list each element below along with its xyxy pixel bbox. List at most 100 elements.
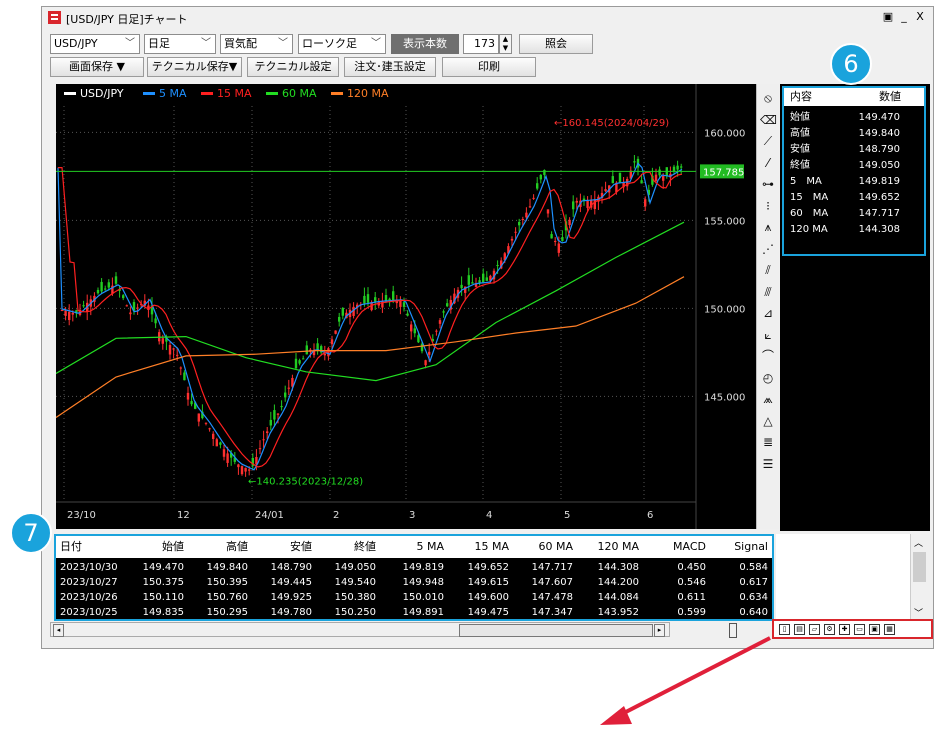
candle-body bbox=[644, 199, 647, 207]
price-chart[interactable]: 160.000 155.000 150.000 145.000 23/10 12 24/01… bbox=[55, 84, 756, 529]
chart-type-select[interactable]: ローソク足 ﹀ bbox=[298, 34, 386, 54]
legend-swatch bbox=[331, 92, 343, 95]
candle-body bbox=[273, 410, 276, 420]
row-value: 149.050 bbox=[858, 160, 900, 171]
save-screen-button[interactable]: 画面保存 ▼ bbox=[50, 57, 144, 77]
candle-body bbox=[136, 307, 139, 309]
scroll-left-icon[interactable]: ◂ bbox=[53, 624, 64, 637]
save-technical-button[interactable]: テクニカル保存▼ bbox=[147, 57, 242, 77]
table-cell: 2023/10/26 bbox=[60, 592, 118, 603]
table-cell: 0.546 bbox=[677, 577, 706, 588]
data-window: 内容 数値 始値 149.470 高値 149.840 安値 148.790 終値 149.0… bbox=[782, 86, 926, 256]
table-cell: 149.050 bbox=[334, 562, 376, 573]
scroll-thumb[interactable] bbox=[913, 552, 926, 582]
table-header-cell[interactable]: 始値 bbox=[162, 536, 184, 558]
wedge-icon[interactable]: ⩕ bbox=[760, 391, 776, 407]
regression-icon[interactable]: ⊿ bbox=[760, 305, 776, 321]
row-label: 15 MA bbox=[790, 192, 829, 203]
side-select[interactable]: 買気配 ﹀ bbox=[220, 34, 293, 54]
table-row[interactable]: 2023/10/26 150.110 150.760 149.925 150.380 15… bbox=[56, 590, 772, 605]
restore-icon[interactable]: ▣ bbox=[881, 10, 895, 24]
table-header-cell[interactable]: 120 MA bbox=[597, 536, 639, 558]
count-stepper[interactable]: ▲ ▼ bbox=[499, 34, 512, 54]
close-icon[interactable]: X bbox=[913, 10, 927, 24]
table-cell: 147.347 bbox=[531, 607, 573, 618]
horizontal-line-icon[interactable]: ⊶ bbox=[760, 176, 776, 192]
bars-icon[interactable]: ☰ bbox=[760, 456, 776, 472]
candle-body bbox=[172, 348, 175, 350]
candle-body bbox=[536, 183, 539, 189]
candle-body bbox=[363, 295, 366, 304]
table-row[interactable]: 2023/10/30 149.470 149.840 148.790 149.050 14… bbox=[56, 560, 772, 575]
table-header-cell[interactable]: 5 MA bbox=[416, 536, 444, 558]
image-icon[interactable]: ▱ bbox=[809, 623, 820, 635]
table-cell: 150.760 bbox=[206, 592, 248, 603]
copy-chart-icon[interactable]: ▤ bbox=[794, 623, 805, 635]
candle-body bbox=[658, 169, 661, 176]
no-entry-icon[interactable]: ⦸ bbox=[760, 90, 776, 106]
x-tick-label: 5 bbox=[564, 510, 570, 521]
minimize-icon[interactable]: _ bbox=[897, 10, 911, 24]
eraser-icon[interactable]: ⌫ bbox=[760, 112, 777, 128]
symbol-select[interactable]: USD/JPY ﹀ bbox=[50, 34, 140, 54]
gann-icon[interactable]: ⋰ bbox=[760, 241, 776, 257]
candle-body bbox=[323, 353, 326, 356]
export-icon[interactable]: ▦ bbox=[884, 623, 895, 635]
technical-settings-button[interactable]: テクニカル設定 bbox=[247, 57, 339, 77]
table-header-cell[interactable]: MACD bbox=[673, 536, 706, 558]
fibonacci-icon[interactable]: ⩚ bbox=[760, 219, 776, 235]
chevron-down-icon: ﹀ bbox=[125, 38, 135, 49]
channel-icon[interactable]: ⫽ bbox=[760, 262, 776, 278]
cycle-icon[interactable]: ◴ bbox=[760, 370, 776, 386]
crosshair-icon[interactable]: ✚ bbox=[839, 623, 850, 635]
vertical-line-icon[interactable]: ⁝ bbox=[760, 198, 776, 214]
candle-body bbox=[179, 367, 182, 369]
trendline-icon[interactable]: ⟋ bbox=[760, 133, 776, 149]
candle-body bbox=[298, 360, 301, 364]
table-row[interactable]: 2023/10/27 150.375 150.395 149.445 149.540 14… bbox=[56, 575, 772, 590]
order-settings-button[interactable]: 注文･建玉設定 bbox=[344, 57, 436, 77]
triangle-icon[interactable]: △ bbox=[760, 413, 776, 429]
scroll-down-icon[interactable]: ﹀ bbox=[914, 606, 923, 619]
levels-icon[interactable]: ≣ bbox=[760, 434, 776, 450]
candle-body bbox=[374, 297, 377, 302]
row-value: 149.652 bbox=[858, 192, 900, 203]
candle-body bbox=[514, 231, 517, 233]
candle-body bbox=[428, 351, 431, 355]
zoom-out-icon[interactable]: ▭ bbox=[854, 623, 865, 635]
table-scrollbar[interactable]: ︿ ﹀ bbox=[910, 534, 929, 621]
scroll-up-icon[interactable]: ︿ bbox=[914, 536, 923, 549]
candle-body bbox=[204, 422, 208, 424]
table-header-cell[interactable]: Signal bbox=[734, 536, 768, 558]
table-cell: 149.445 bbox=[270, 577, 312, 588]
parallel-icon[interactable]: ⫻ bbox=[760, 284, 776, 300]
candle-body bbox=[341, 307, 344, 316]
row-value: 149.470 bbox=[858, 112, 900, 123]
chart-canvas[interactable]: 160.000 155.000 150.000 145.000 23/10 12 24/01… bbox=[55, 84, 756, 529]
count-input[interactable]: 173 bbox=[463, 34, 499, 54]
line-icon[interactable]: ⁄ bbox=[760, 155, 776, 171]
candle-body bbox=[161, 338, 164, 344]
table-header-cell[interactable]: 15 MA bbox=[474, 536, 509, 558]
table-header-cell[interactable]: 日付 bbox=[60, 536, 82, 558]
settings-icon[interactable]: ⚙ bbox=[824, 623, 835, 635]
candle-body bbox=[604, 189, 607, 192]
period-select[interactable]: 日足 ﹀ bbox=[144, 34, 216, 54]
zoom-in-icon[interactable]: ▣ bbox=[869, 623, 880, 635]
candle-body bbox=[572, 201, 575, 210]
chevron-down-icon: ﹀ bbox=[278, 38, 288, 49]
candle-body bbox=[125, 305, 128, 307]
table-row[interactable]: 2023/10/25 149.835 150.295 149.780 150.250 14… bbox=[56, 605, 772, 620]
arc-icon[interactable]: ⌒ bbox=[760, 348, 776, 364]
table-header-cell[interactable]: 高値 bbox=[226, 536, 248, 558]
query-button[interactable]: 照会 bbox=[519, 34, 593, 54]
print-button[interactable]: 印刷 bbox=[442, 57, 536, 77]
table-header-cell[interactable]: 終値 bbox=[354, 536, 376, 558]
callout-badge-7: 7 bbox=[10, 512, 52, 554]
chart-hscrollbar[interactable]: ◂ ▸ bbox=[50, 622, 670, 637]
candle-body bbox=[543, 169, 546, 175]
fan-icon[interactable]: ⟀ bbox=[760, 327, 776, 343]
table-header-cell[interactable]: 60 MA bbox=[538, 536, 573, 558]
drawing-tools: ⦸ ⌫ ⟋ ⁄ ⊶ ⁝ ⩚ ⋰ ⫽ ⫻ ⊿ ⟀ ⌒ ◴ ⩕ △ ≣ ☰ bbox=[756, 84, 779, 529]
table-header-cell[interactable]: 安値 bbox=[290, 536, 312, 558]
